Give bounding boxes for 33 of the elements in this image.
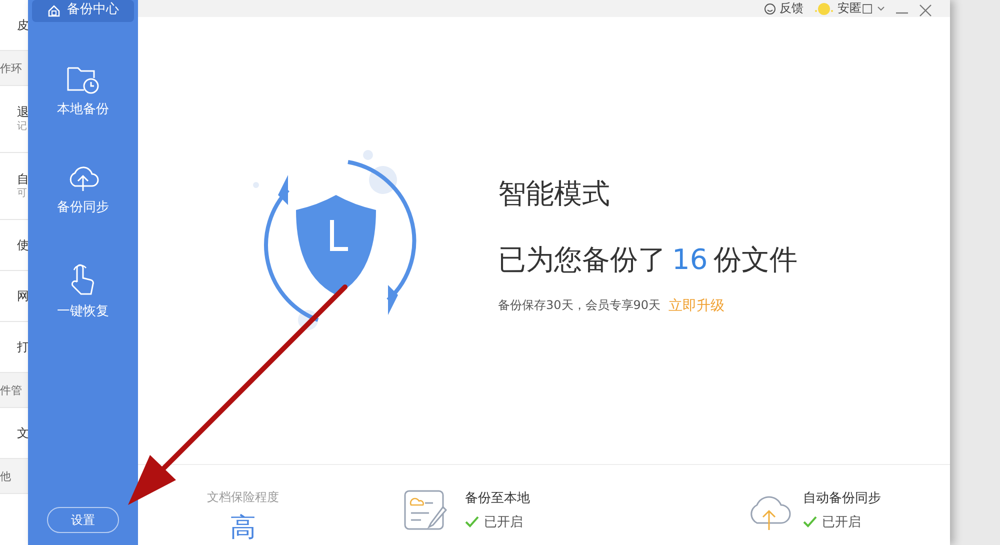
feature-status: 已开启 xyxy=(822,514,861,531)
user-menu[interactable]: 安匿□ xyxy=(814,0,885,18)
settings-button[interactable]: 设置 xyxy=(47,507,119,533)
tap-hand-icon xyxy=(69,262,97,296)
home-icon xyxy=(47,4,61,18)
feature-title: 备份至本地 xyxy=(465,490,530,507)
smiley-icon xyxy=(764,2,776,15)
chevron-down-icon xyxy=(877,6,885,12)
close-icon[interactable] xyxy=(919,4,932,18)
mode-title: 智能模式 xyxy=(498,176,611,212)
feedback-button[interactable]: 反馈 xyxy=(764,0,804,18)
sun-avatar-icon xyxy=(814,0,834,17)
settings-item: 文 xyxy=(17,426,28,440)
section-header: 他 xyxy=(0,468,11,484)
settings-item: 自 xyxy=(17,172,28,187)
level-label: 文档保险程度 xyxy=(207,489,279,506)
item-description: 可 xyxy=(17,187,28,200)
document-pen-icon xyxy=(403,489,449,531)
sidebar-item[interactable]: 备份同步 xyxy=(51,156,115,224)
feature-status: 已开启 xyxy=(484,514,523,531)
settings-item: 网 xyxy=(17,288,28,304)
retention-note: 备份保存30天，会员专享90天 xyxy=(498,297,661,314)
backup-count-text: 已为您备份了 16 份文件 xyxy=(498,242,798,278)
sidebar-item[interactable]: 备份中心 xyxy=(32,0,134,22)
section-header: 件管 xyxy=(0,382,22,398)
section-header: 作环 xyxy=(0,60,22,76)
item-description: 记 xyxy=(17,120,28,133)
settings-item: 退 xyxy=(17,105,28,120)
sidebar-item[interactable]: 一键恢复 xyxy=(51,254,115,328)
sidebar-item[interactable]: 本地备份 xyxy=(51,56,115,126)
feature-title: 自动备份同步 xyxy=(803,490,881,507)
level-value: 高 xyxy=(230,512,256,545)
upgrade-link[interactable]: 立即升级 xyxy=(668,297,725,316)
